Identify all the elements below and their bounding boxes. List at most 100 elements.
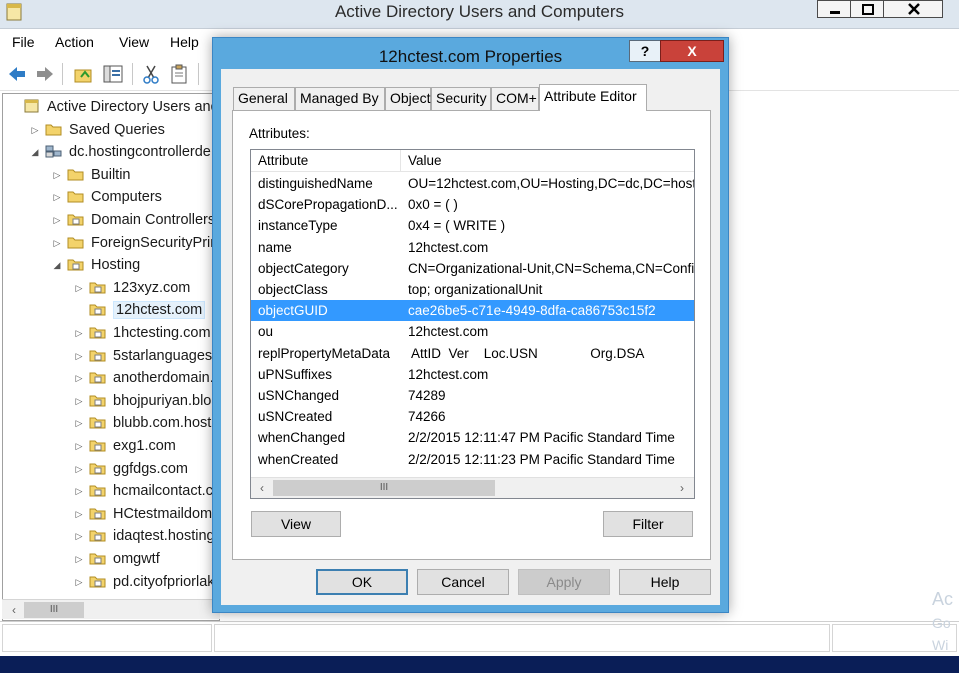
- expand-arrow-icon[interactable]: ▷: [73, 435, 85, 457]
- tree-item[interactable]: ▷ hcmailcontact.c: [73, 480, 213, 502]
- expand-arrow-icon[interactable]: ▷: [73, 548, 85, 570]
- tree-item[interactable]: ▷ exg1.com: [73, 435, 176, 457]
- scroll-thumb[interactable]: III: [24, 602, 84, 618]
- attribute-row[interactable]: whenCreated 2/2/2015 12:11:23 PM Pacific …: [251, 449, 694, 470]
- tree-item[interactable]: ◢ Hosting: [51, 254, 141, 276]
- expand-arrow-icon[interactable]: ▷: [73, 277, 85, 299]
- list-scroll-thumb[interactable]: III: [273, 480, 495, 496]
- attribute-row[interactable]: dSCorePropagationD... 0x0 = ( ): [251, 194, 694, 215]
- tree-item[interactable]: ▷ bhojpuriyan.blog: [73, 390, 219, 412]
- scroll-right-icon[interactable]: ›: [672, 479, 692, 497]
- expand-arrow-icon[interactable]: ▷: [73, 480, 85, 502]
- tree-item-label: pd.cityofpriorlak: [113, 573, 215, 590]
- tab-object[interactable]: Object: [385, 87, 431, 110]
- expand-arrow-icon[interactable]: ▷: [51, 164, 63, 186]
- main-titlebar[interactable]: Active Directory Users and Computers: [0, 0, 959, 29]
- list-horizontal-scrollbar[interactable]: ‹ III ›: [251, 477, 694, 498]
- tree-item[interactable]: ▷ HCtestmaildoma: [73, 503, 220, 525]
- tree-item[interactable]: ▷ 1hctesting.com: [73, 322, 211, 344]
- expand-arrow-icon[interactable]: ▷: [73, 412, 85, 434]
- menu-view[interactable]: View: [119, 34, 149, 50]
- tree-horizontal-scrollbar[interactable]: ‹ III: [2, 599, 220, 619]
- attribute-row[interactable]: instanceType 0x4 = ( WRITE ): [251, 215, 694, 236]
- tree-item[interactable]: ▷ omgwtf: [73, 548, 160, 570]
- tree-item-label: HCtestmaildoma: [113, 505, 220, 522]
- tree-item[interactable]: ▷ Domain Controllers: [51, 209, 216, 231]
- expand-arrow-icon[interactable]: ▷: [51, 209, 63, 231]
- tab-com-plus[interactable]: COM+: [491, 87, 539, 110]
- expand-arrow-icon[interactable]: ▷: [73, 390, 85, 412]
- tree-item[interactable]: ▷ 5starlanguages.c: [73, 345, 220, 367]
- expand-arrow-icon[interactable]: ▷: [73, 525, 85, 547]
- window-close-button[interactable]: [883, 0, 943, 18]
- attribute-row[interactable]: replPropertyMetaData AttID Ver Loc.USN O…: [251, 343, 694, 364]
- cancel-button[interactable]: Cancel: [417, 569, 509, 595]
- ok-button[interactable]: OK: [316, 569, 408, 595]
- expand-arrow-icon[interactable]: ▷: [73, 345, 85, 367]
- attribute-row[interactable]: uSNChanged 74289: [251, 385, 694, 406]
- tree-item[interactable]: ▷ Saved Queries: [29, 119, 165, 141]
- maximize-button[interactable]: [850, 0, 884, 18]
- attribute-name: uPNSuffixes: [258, 366, 333, 382]
- column-attribute[interactable]: Attribute: [251, 150, 401, 172]
- tree-item[interactable]: ▷ ForeignSecurityPrinc: [51, 232, 219, 254]
- collapse-arrow-icon[interactable]: ◢: [29, 141, 41, 163]
- help-button[interactable]: Help: [619, 569, 711, 595]
- tree-item[interactable]: ▷ anotherdomain.: [73, 367, 214, 389]
- menu-action[interactable]: Action: [55, 34, 94, 50]
- expand-arrow-icon[interactable]: ▷: [29, 119, 41, 141]
- back-arrow-icon[interactable]: [6, 63, 28, 85]
- expand-arrow-icon[interactable]: ▷: [51, 186, 63, 208]
- minimize-button[interactable]: [817, 0, 851, 18]
- up-folder-icon[interactable]: [72, 63, 94, 85]
- tab-security[interactable]: Security: [431, 87, 491, 110]
- menu-file[interactable]: File: [12, 34, 35, 50]
- tree-item[interactable]: Active Directory Users and C: [7, 96, 219, 118]
- attributes-list[interactable]: Attribute Value distinguishedName OU=12hc…: [250, 149, 695, 499]
- attribute-row[interactable]: name 12hctest.com: [251, 237, 694, 258]
- expand-arrow-icon[interactable]: ▷: [73, 322, 85, 344]
- collapse-arrow-icon[interactable]: ◢: [51, 254, 63, 276]
- tab-general[interactable]: General: [233, 87, 295, 110]
- scroll-left-icon[interactable]: ‹: [252, 479, 272, 497]
- forward-arrow-icon[interactable]: [34, 63, 56, 85]
- attribute-row[interactable]: objectClass top; organizationalUnit: [251, 279, 694, 300]
- column-value[interactable]: Value: [401, 150, 694, 172]
- tab-attribute-editor[interactable]: Attribute Editor: [539, 84, 647, 111]
- clipboard-icon[interactable]: [168, 63, 190, 85]
- cut-icon[interactable]: [140, 63, 162, 85]
- expand-arrow-icon[interactable]: ▷: [73, 367, 85, 389]
- attribute-row[interactable]: ou 12hctest.com: [251, 321, 694, 342]
- tree-item[interactable]: ▷ blubb.com.hosti: [73, 412, 215, 434]
- apply-button[interactable]: Apply: [518, 569, 610, 595]
- attribute-row[interactable]: objectGUID cae26be5-c71e-4949-8dfa-ca8675…: [251, 300, 694, 322]
- menu-help[interactable]: Help: [170, 34, 199, 50]
- tab-managed-by[interactable]: Managed By: [295, 87, 385, 110]
- attribute-name: name: [258, 239, 292, 255]
- tree-item[interactable]: ▷ Computers: [51, 186, 162, 208]
- attribute-row[interactable]: objectCategory CN=Organizational-Unit,CN=…: [251, 258, 694, 279]
- attribute-row[interactable]: whenChanged 2/2/2015 12:11:47 PM Pacific …: [251, 427, 694, 448]
- view-button[interactable]: View: [251, 511, 341, 537]
- tree-item-label: 5starlanguages.c: [113, 347, 220, 364]
- attribute-row[interactable]: distinguishedName OU=12hctest.com,OU=Host…: [251, 173, 694, 194]
- tree-item[interactable]: ▷ 123xyz.com: [73, 277, 191, 299]
- dialog-help-button[interactable]: ?: [629, 40, 661, 62]
- filter-button[interactable]: Filter: [603, 511, 693, 537]
- attribute-row[interactable]: uPNSuffixes 12hctest.com: [251, 364, 694, 385]
- console-tree-icon[interactable]: [102, 63, 124, 85]
- console-tree[interactable]: Active Directory Users and C ▷ Saved Queri…: [2, 93, 220, 621]
- scroll-left-icon[interactable]: ‹: [4, 601, 24, 619]
- expand-arrow-icon[interactable]: ▷: [51, 232, 63, 254]
- expand-arrow-icon[interactable]: ▷: [73, 503, 85, 525]
- dialog-close-button[interactable]: X: [660, 40, 724, 62]
- tree-item[interactable]: ▷ idaqtest.hosting: [73, 525, 215, 547]
- attribute-row[interactable]: uSNCreated 74266: [251, 406, 694, 427]
- tree-item[interactable]: ▷ ggfdgs.com: [73, 458, 188, 480]
- expand-arrow-icon[interactable]: ▷: [73, 571, 85, 593]
- expand-arrow-icon[interactable]: ▷: [73, 458, 85, 480]
- tree-item[interactable]: ▷ Builtin: [51, 164, 131, 186]
- tree-item[interactable]: ▷ pd.cityofpriorlak: [73, 571, 215, 593]
- tree-item[interactable]: 12hctest.com: [73, 299, 206, 321]
- tree-item[interactable]: ◢ dc.hostingcontrollerde: [29, 141, 211, 163]
